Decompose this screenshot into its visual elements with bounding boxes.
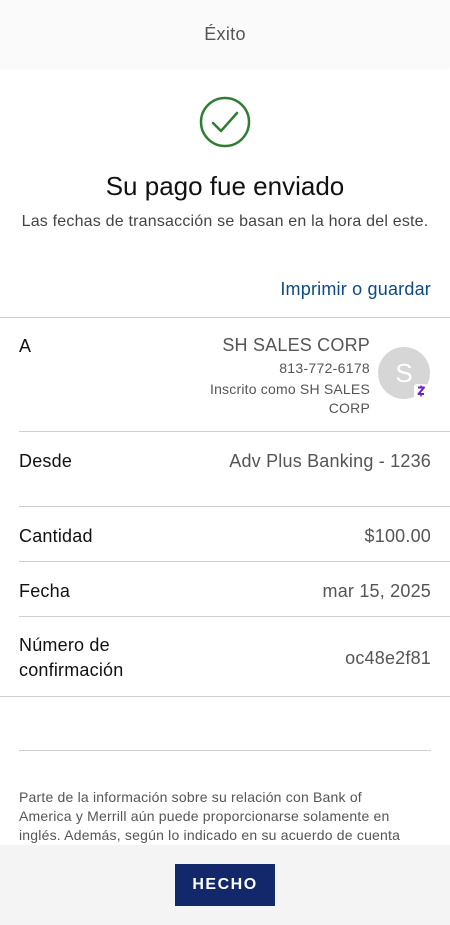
done-button[interactable]: HECHO (175, 864, 275, 906)
divider (19, 616, 450, 617)
confirmation-number: oc48e2f81 (345, 648, 431, 668)
confirmation-label: Número de confirmación (19, 635, 124, 680)
from-label: Desde (19, 451, 73, 471)
recipient-enrolled-note: Inscrito como SH SALES CORP (209, 381, 370, 416)
timezone-note: Las fechas de transacción se basan en la… (21, 213, 429, 230)
avatar-initial: S (395, 357, 413, 388)
amount-label: Cantidad (19, 526, 93, 546)
date-value: mar 15, 2025 (322, 581, 431, 601)
divider (19, 561, 450, 562)
divider (0, 317, 450, 318)
recipient-name: SH SALES CORP (222, 335, 370, 355)
date-label: Fecha (19, 581, 71, 601)
page-title: Éxito (204, 23, 246, 44)
divider (0, 696, 450, 697)
recipient-phone: 813-772-6178 (279, 360, 370, 376)
divider (19, 750, 431, 751)
success-title: Su pago fue enviado (105, 171, 345, 201)
from-account: Adv Plus Banking - 1236 (229, 451, 431, 471)
zelle-icon (414, 384, 428, 398)
disclaimer-text: Parte de la información sobre su relació… (19, 789, 401, 843)
divider (19, 506, 450, 507)
top-bar: Éxito (0, 0, 450, 68)
print-or-save-link[interactable]: Imprimir o guardar (280, 279, 431, 300)
divider (19, 431, 450, 432)
amount-value: $100.00 (364, 526, 431, 546)
to-label: A (19, 336, 32, 356)
check-circle-icon (199, 96, 251, 148)
